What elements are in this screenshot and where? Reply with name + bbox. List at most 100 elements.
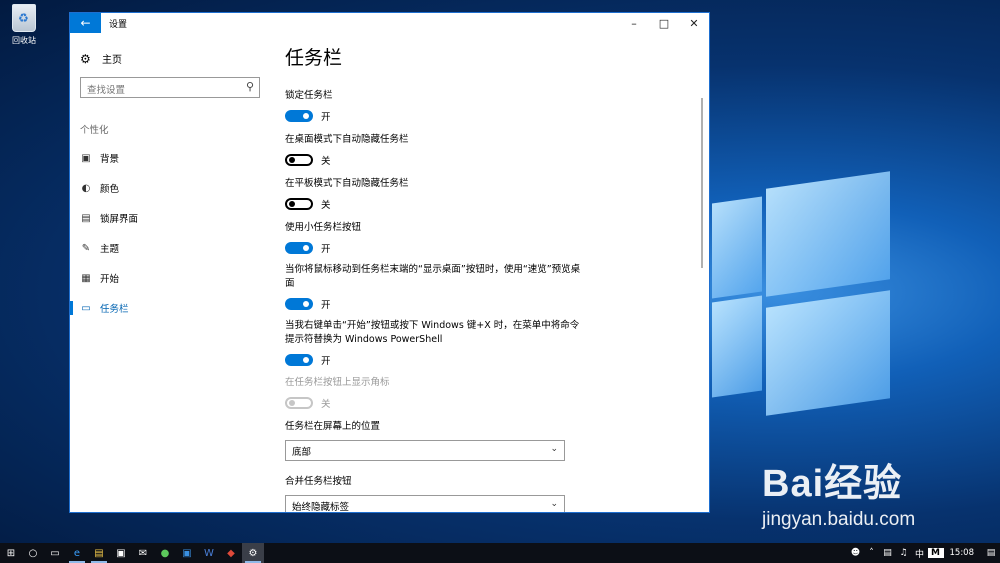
recycle-bin-label: 回收站 [12,36,36,45]
setting-autohide-desktop: 在桌面模式下自动隐藏任务栏 关 [285,133,585,167]
task-view-icon[interactable]: ▭ [44,543,66,563]
window-title: 设置 [109,19,128,30]
lock-taskbar-toggle[interactable] [285,110,313,122]
people-icon[interactable]: ☻ [848,548,864,558]
search-input[interactable] [81,81,231,100]
gear-icon: ⚙ [80,51,91,66]
toggle-state: 开 [321,244,331,255]
search-icon[interactable]: ⚲ [246,80,254,93]
windows-logo [712,171,890,416]
nav-list: ▣ 背景 ◐ 颜色 ▤ 锁屏界面 ✎ 主题 ▦ 开始 ▭ 任务栏 [70,143,270,323]
taskbar: ⊞ ○ ▭ e ▤ ▣ ✉ ● ▣ W ◆ ⚙ ☻ ˄ ▤ ♫ 中 M 15:0… [0,543,1000,563]
setting-badges: 在任务栏按钮上显示角标 关 [285,376,585,410]
main-content: 任务栏 锁定任务栏 开 在桌面模式下自动隐藏任务栏 关 在平板模式下自动隐藏任务… [285,33,705,513]
maximize-button[interactable]: □ [649,13,679,33]
setting-label: 在任务栏按钮上显示角标 [285,377,390,388]
setting-lock-taskbar: 锁定任务栏 开 [285,89,585,123]
clock[interactable]: 15:08 [950,548,975,558]
minimize-button[interactable]: – [619,13,649,33]
app2-icon[interactable]: ◆ [220,543,242,563]
lang-indicator[interactable]: 中 [912,547,928,560]
sidebar-item-colors[interactable]: ◐ 颜色 [70,173,270,203]
setting-label: 合并任务栏按钮 [285,476,352,487]
powershell-toggle[interactable] [285,354,313,366]
sidebar-item-label: 开始 [100,274,120,285]
recycle-bin-icon [12,4,36,32]
notification-icon[interactable]: ▤ [982,543,1000,563]
home-link[interactable]: ⚙ 主页 [80,51,122,67]
edge-icon[interactable]: e [66,543,88,563]
home-label: 主页 [102,55,122,66]
scrollbar[interactable] [701,98,703,268]
store-icon[interactable]: ▣ [110,543,132,563]
close-icon: ✕ [689,16,699,30]
back-button[interactable]: ← [70,13,101,33]
dropdown-value: 始终隐藏标签 [292,501,350,513]
title-bar[interactable]: ← 设置 – □ ✕ [70,13,709,33]
taskbar-icon: ▭ [81,302,91,314]
watermark-url: jingyan.baidu.com [762,509,916,530]
sidebar-item-themes[interactable]: ✎ 主题 [70,233,270,263]
settings-window: ← 设置 – □ ✕ ⚙ 主页 ⚲ 个性化 ▣ 背景 ◐ 颜色 ▤ 锁屏界面 [69,12,710,513]
cortana-icon[interactable]: ○ [22,543,44,563]
minimize-icon: – [631,16,637,30]
word-icon[interactable]: W [198,543,220,563]
setting-autohide-tablet: 在平板模式下自动隐藏任务栏 关 [285,177,585,211]
setting-taskbar-location: 任务栏在屏幕上的位置 底部 ⌄ [285,420,585,461]
chevron-up-icon[interactable]: ˄ [864,548,880,558]
sidebar-item-lock-screen[interactable]: ▤ 锁屏界面 [70,203,270,233]
setting-combine-buttons: 合并任务栏按钮 始终隐藏标签 ⌄ [285,475,585,513]
back-arrow-icon: ← [80,16,91,30]
taskbar-location-dropdown[interactable]: 底部 ⌄ [285,440,565,461]
mail-icon[interactable]: ✉ [132,543,154,563]
app-icon[interactable]: ● [154,543,176,563]
sidebar-item-label: 锁屏界面 [100,214,139,225]
maximize-icon: □ [658,16,670,30]
setting-small-buttons: 使用小任务栏按钮 开 [285,221,585,255]
combine-buttons-dropdown[interactable]: 始终隐藏标签 ⌄ [285,495,565,513]
picture-icon: ▣ [81,152,91,164]
watermark-logo-text: Bai经验 [762,463,903,505]
sidebar-item-start[interactable]: ▦ 开始 [70,263,270,293]
small-buttons-toggle[interactable] [285,242,313,254]
outlook-icon[interactable]: ▣ [176,543,198,563]
network-icon[interactable]: ▤ [880,548,896,558]
palette-icon: ◐ [81,182,91,194]
peek-toggle[interactable] [285,298,313,310]
volume-icon[interactable]: ♫ [896,548,912,558]
theme-icon: ✎ [81,242,91,254]
chevron-down-icon: ⌄ [550,444,558,454]
search-box[interactable]: ⚲ [80,77,260,100]
toggle-state: 开 [321,112,331,123]
toggle-state: 开 [321,300,331,311]
file-explorer-icon[interactable]: ▤ [88,543,110,563]
section-label: 个性化 [80,125,109,136]
setting-label: 任务栏在屏幕上的位置 [285,421,381,432]
close-button[interactable]: ✕ [679,13,709,33]
settings-icon[interactable]: ⚙ [242,543,264,563]
sidebar-item-taskbar[interactable]: ▭ 任务栏 [70,293,270,323]
toggle-state: 关 [321,399,331,410]
recycle-bin-shortcut[interactable]: 回收站 [6,4,42,46]
windows-start-icon[interactable]: ⊞ [0,543,22,563]
badges-toggle [285,397,313,409]
sidebar-item-label: 主题 [100,244,120,255]
sidebar-item-background[interactable]: ▣ 背景 [70,143,270,173]
setting-label: 使用小任务栏按钮 [285,222,362,233]
lock-screen-icon: ▤ [81,212,91,224]
baidu-watermark: Bai经验 jingyan.baidu.com [762,452,915,531]
setting-powershell: 当我右键单击“开始”按钮或按下 Windows 键+X 时，在菜单中将命令提示符… [285,319,585,367]
sidebar: ⚙ 主页 ⚲ 个性化 ▣ 背景 ◐ 颜色 ▤ 锁屏界面 ✎ 主题 [70,33,270,512]
system-tray: ☻ ˄ ▤ ♫ 中 M 15:08 ▤ [848,543,1000,563]
toggle-state: 关 [321,200,331,211]
input-method-indicator[interactable]: M [927,548,944,558]
toggle-state: 开 [321,356,331,367]
autohide-desktop-toggle[interactable] [285,154,313,166]
autohide-tablet-toggle[interactable] [285,198,313,210]
chevron-down-icon: ⌄ [550,499,558,509]
setting-label: 在平板模式下自动隐藏任务栏 [285,178,409,189]
sidebar-item-label: 背景 [100,154,120,165]
dropdown-value: 底部 [292,446,312,458]
start-icon: ▦ [81,272,91,284]
setting-label: 当我右键单击“开始”按钮或按下 Windows 键+X 时，在菜单中将命令提示符… [285,320,580,345]
